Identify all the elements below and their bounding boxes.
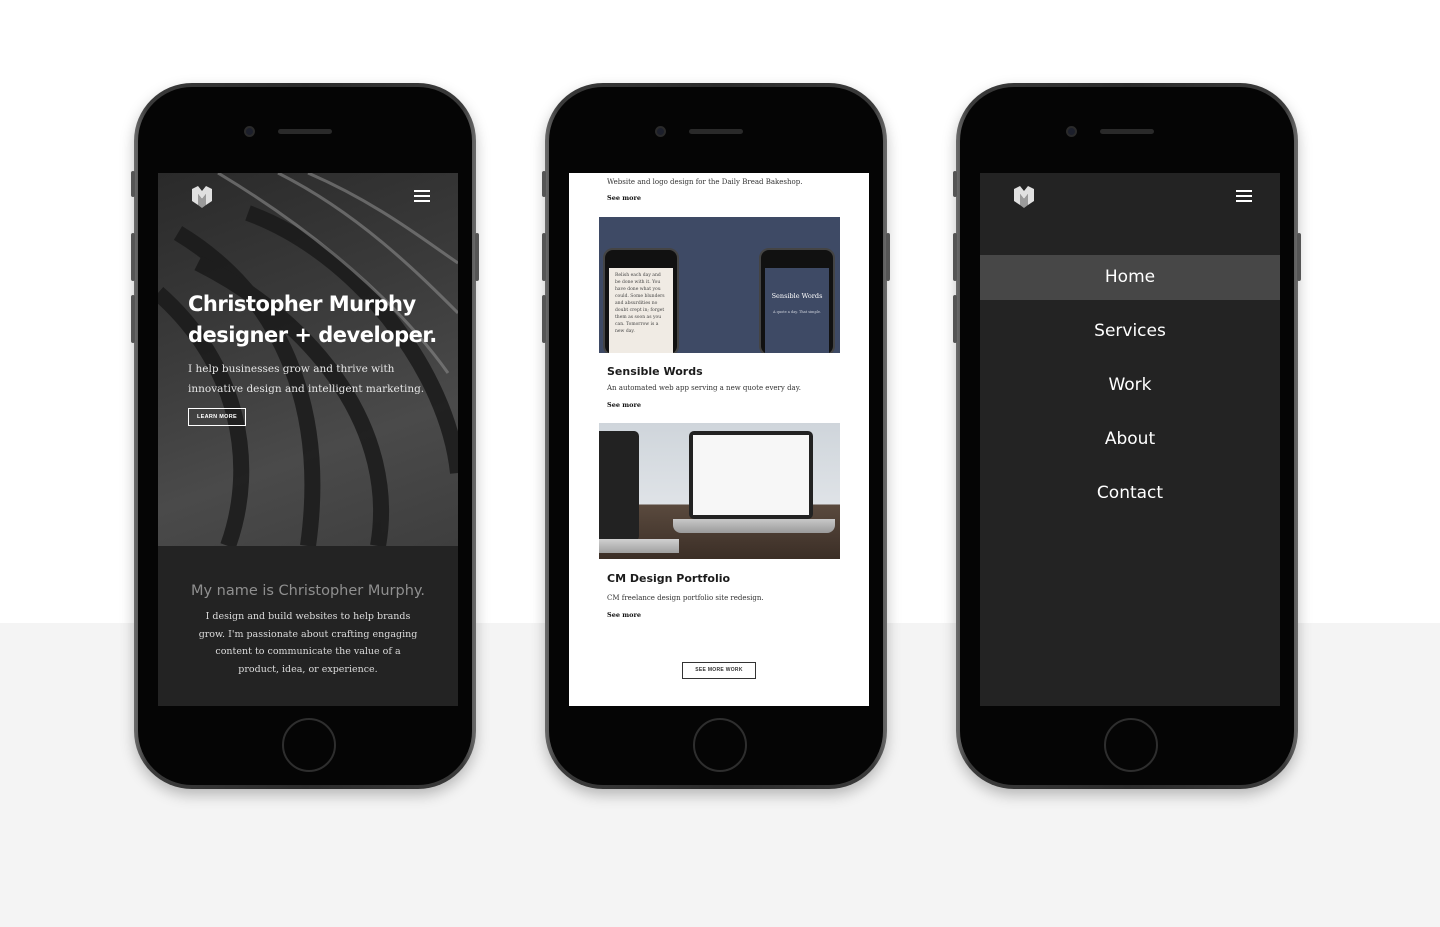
volume-down-button bbox=[542, 295, 546, 343]
front-camera bbox=[655, 126, 666, 137]
mockup-laptop bbox=[689, 431, 813, 519]
mockup-quote-text: Relish each day and be done with it. You… bbox=[615, 273, 665, 334]
earpiece-speaker bbox=[1100, 129, 1154, 134]
mockup-laptop-base bbox=[599, 539, 679, 553]
project-image-cm-design[interactable] bbox=[599, 423, 840, 559]
project-title[interactable]: Sensible Words bbox=[607, 365, 703, 378]
mute-switch bbox=[131, 171, 135, 197]
logo-icon[interactable] bbox=[190, 183, 214, 209]
hero-title: Christopher Murphy designer + developer. bbox=[188, 292, 437, 347]
see-more-link[interactable]: See more bbox=[607, 194, 641, 202]
menu-item-contact[interactable]: Contact bbox=[980, 471, 1280, 516]
hamburger-menu-icon[interactable] bbox=[1236, 190, 1252, 202]
mute-switch bbox=[542, 171, 546, 197]
earpiece-speaker bbox=[689, 129, 743, 134]
power-button bbox=[1297, 233, 1301, 281]
home-button[interactable] bbox=[693, 718, 747, 772]
power-button bbox=[886, 233, 890, 281]
learn-more-button[interactable]: LEARN MORE bbox=[188, 408, 246, 426]
menu-item-work[interactable]: Work bbox=[980, 363, 1280, 408]
screen-menu: Home Services Work About Contact bbox=[980, 173, 1280, 706]
phone-home-screen: Christopher Murphy designer + developer.… bbox=[131, 83, 479, 789]
project-image-sensible-words[interactable]: Relish each day and be done with it. You… bbox=[599, 217, 840, 353]
mockup-phone: Relish each day and be done with it. You… bbox=[603, 248, 679, 353]
about-title: My name is Christopher Murphy. bbox=[190, 583, 426, 599]
nav-menu: Home Services Work About Contact bbox=[980, 255, 1280, 525]
mockup-subtitle: A quote a day. That simple. bbox=[772, 310, 822, 314]
mockup-phone: Sensible Words A quote a day. That simpl… bbox=[759, 248, 835, 353]
front-camera bbox=[244, 126, 255, 137]
project-description: Website and logo design for the Daily Br… bbox=[607, 178, 803, 186]
mockup-laptop-base bbox=[673, 519, 835, 533]
volume-up-button bbox=[131, 233, 135, 281]
see-more-work-button[interactable]: SEE MORE WORK bbox=[682, 662, 756, 679]
volume-up-button bbox=[542, 233, 546, 281]
home-button[interactable] bbox=[282, 718, 336, 772]
volume-down-button bbox=[953, 295, 957, 343]
logo-icon[interactable] bbox=[1012, 183, 1036, 209]
about-text: I design and build websites to help bran… bbox=[198, 611, 418, 675]
project-description: CM freelance design portfolio site redes… bbox=[607, 594, 764, 602]
phone-work-screen: Website and logo design for the Daily Br… bbox=[542, 83, 890, 789]
mute-switch bbox=[953, 171, 957, 197]
mockup-laptop bbox=[599, 431, 639, 541]
project-description: An automated web app serving a new quote… bbox=[607, 384, 801, 392]
screen-home: Christopher Murphy designer + developer.… bbox=[158, 173, 458, 706]
hero-text: I help businesses grow and thrive with i… bbox=[188, 363, 425, 395]
mockup-title: Sensible Words bbox=[771, 292, 823, 300]
volume-up-button bbox=[953, 233, 957, 281]
see-more-link[interactable]: See more bbox=[607, 611, 641, 619]
power-button bbox=[475, 233, 479, 281]
volume-down-button bbox=[131, 295, 135, 343]
hero-section: Christopher Murphy designer + developer.… bbox=[158, 173, 458, 546]
menu-item-home[interactable]: Home bbox=[980, 255, 1280, 300]
earpiece-speaker bbox=[278, 129, 332, 134]
screen-work: Website and logo design for the Daily Br… bbox=[569, 173, 869, 706]
menu-item-services[interactable]: Services bbox=[980, 309, 1280, 354]
hamburger-menu-icon[interactable] bbox=[414, 190, 430, 202]
menu-item-about[interactable]: About bbox=[980, 417, 1280, 462]
phone-menu-screen: Home Services Work About Contact bbox=[953, 83, 1301, 789]
front-camera bbox=[1066, 126, 1077, 137]
see-more-link[interactable]: See more bbox=[607, 401, 641, 409]
project-title[interactable]: CM Design Portfolio bbox=[607, 572, 730, 585]
home-button[interactable] bbox=[1104, 718, 1158, 772]
